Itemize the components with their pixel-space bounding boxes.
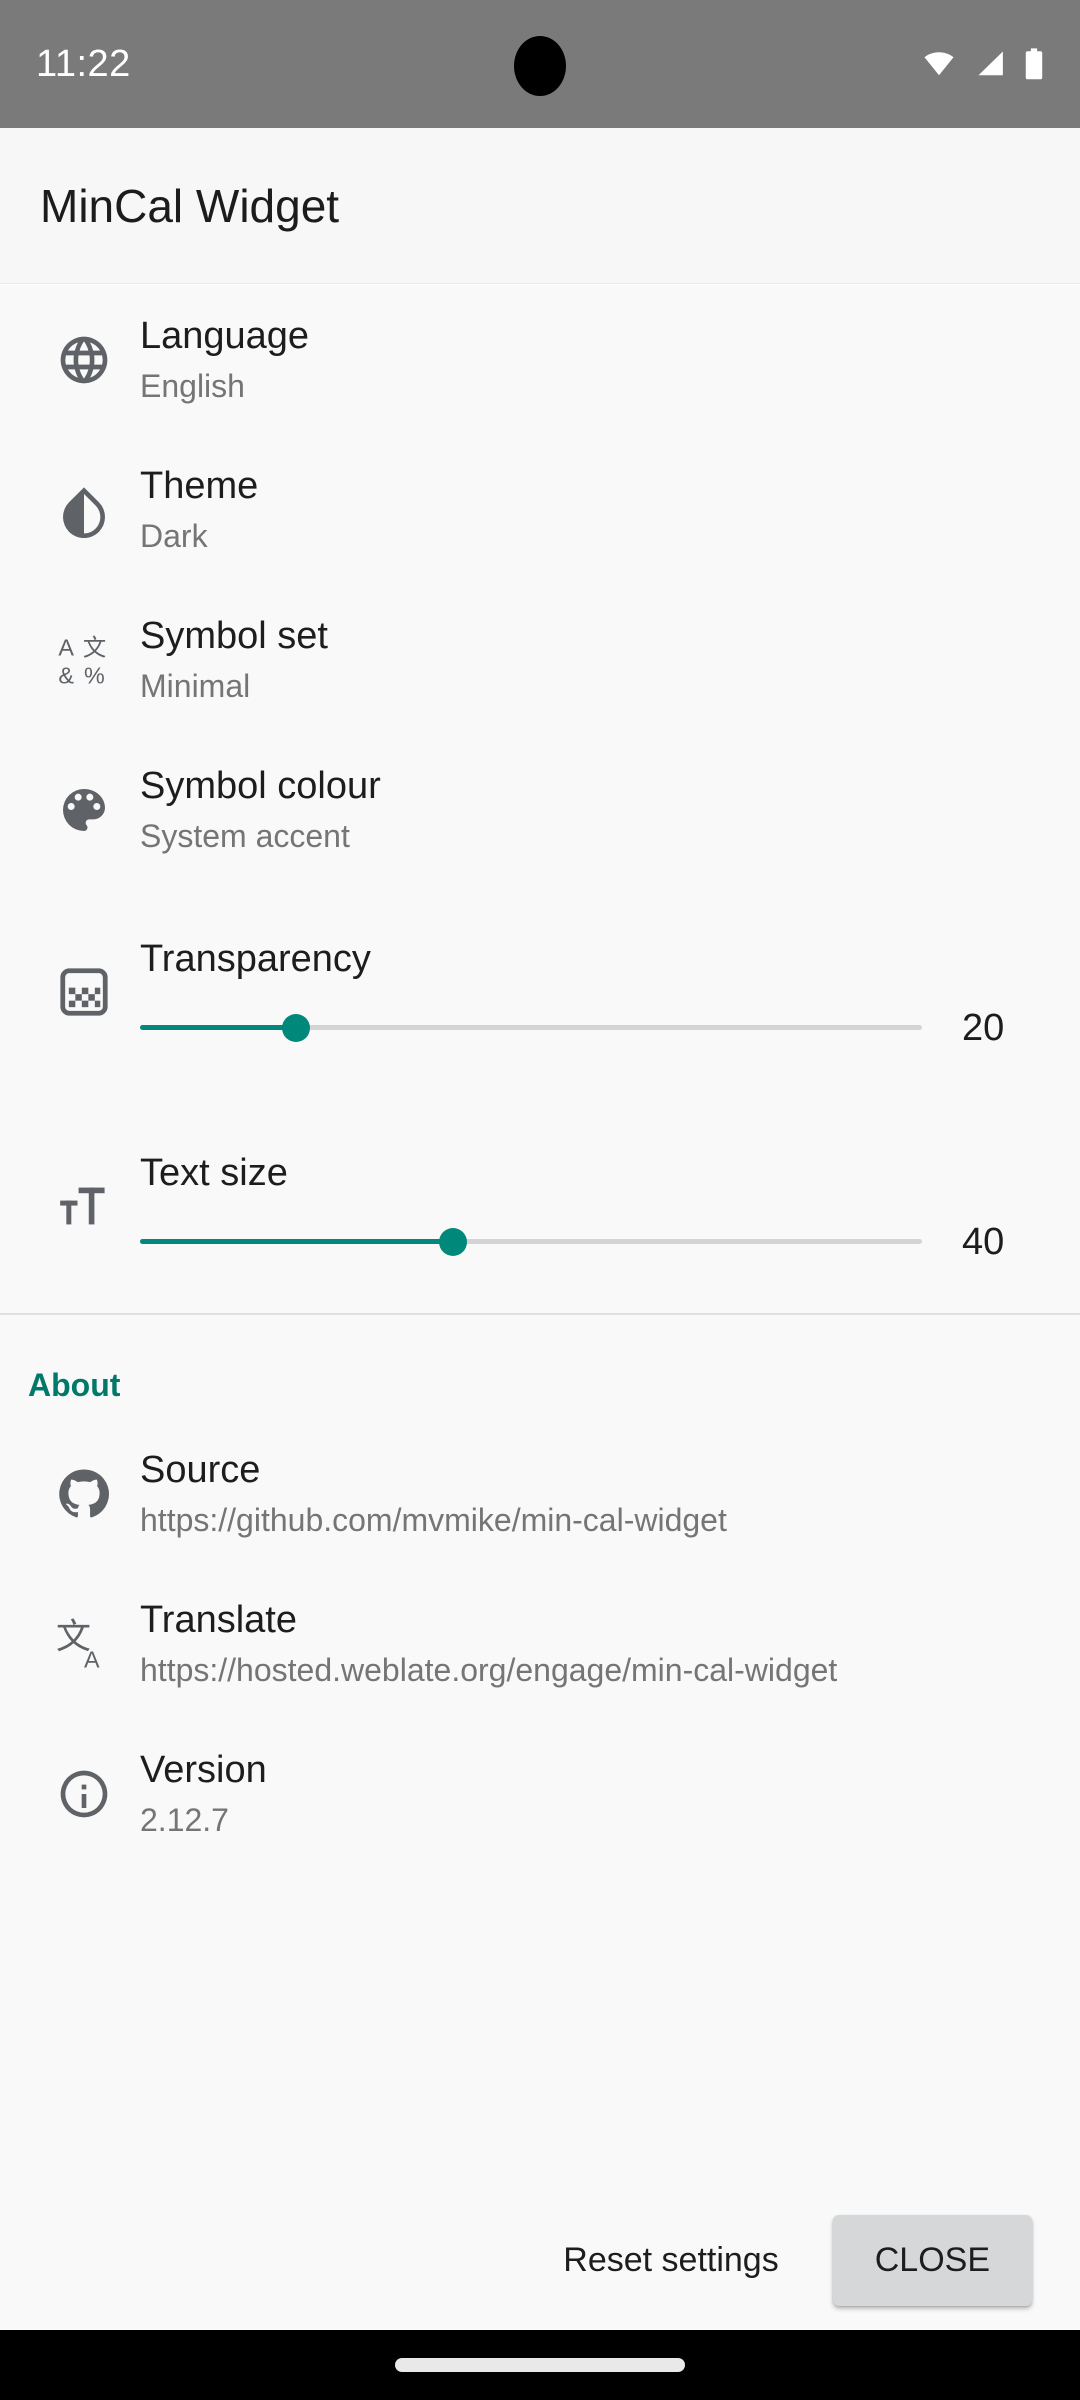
about-value: https://hosted.weblate.org/engage/min-ca… [140,1652,838,1689]
github-icon [28,1466,140,1522]
setting-symbol-set-body: Symbol set Minimal [140,614,1052,707]
slider-fill [140,1025,297,1031]
setting-value: Minimal [140,668,251,705]
slider-value: 40 [962,1220,1005,1263]
wifi-icon [920,49,958,79]
gesture-home-pill[interactable] [395,2358,685,2372]
status-bar-icons [920,47,1044,81]
setting-title: Symbol colour [140,764,381,807]
page-title: MinCal Widget [40,179,340,232]
app-title-bar: MinCal Widget [0,128,1080,284]
about-version-body: Version 2.12.7 [140,1748,1052,1841]
setting-row-symbol-colour[interactable]: Symbol colour System accent [0,735,1080,885]
about-row-source[interactable]: Source https://github.com/mvmike/min-cal… [0,1419,1080,1569]
svg-text:%: % [84,662,105,688]
text-size-slider[interactable] [140,1225,922,1259]
setting-title: Language [140,314,310,357]
svg-text:文: 文 [83,633,106,661]
svg-text:A: A [84,1646,100,1672]
slider-thumb[interactable] [438,1227,467,1256]
setting-row-text-size[interactable]: Text size 40 [0,1099,1080,1313]
transparency-slider[interactable] [140,1011,922,1045]
globe-icon [28,332,140,388]
status-bar: 11:22 [0,0,1080,128]
setting-row-language[interactable]: Language English [0,285,1080,435]
about-source-body: Source https://github.com/mvmike/min-cal… [140,1448,1052,1541]
setting-title: Theme [140,464,259,507]
reset-settings-button[interactable]: Reset settings [545,2217,796,2304]
about-title: Source [140,1448,261,1491]
text-size-slider-line: 40 [140,1223,1052,1261]
transparency-slider-body: Transparency 20 [140,937,1052,1047]
slider-label: Transparency [140,938,371,981]
about-row-version[interactable]: Version 2.12.7 [0,1719,1080,1869]
about-section-header: About [0,1315,1080,1419]
status-clock: 11:22 [36,43,131,85]
settings-scroll-area[interactable]: Language English Theme Dark A 文 & % Symb… [0,285,1080,2265]
slider-value: 20 [962,1006,1005,1049]
about-title: Version [140,1748,267,1791]
about-row-translate[interactable]: 文 A Translate https://hosted.weblate.org… [0,1569,1080,1719]
setting-row-symbol-set[interactable]: A 文 & % Symbol set Minimal [0,585,1080,735]
camera-punch-hole [514,36,566,96]
setting-value: System accent [140,818,350,855]
info-icon [28,1766,140,1822]
setting-title: Symbol set [140,614,328,657]
close-button[interactable]: CLOSE [832,2214,1032,2306]
slider-fill [140,1239,453,1245]
about-value: 2.12.7 [140,1802,229,1839]
about-title: Translate [140,1598,297,1641]
symbol-characters-icon: A 文 & % [28,632,140,688]
text-size-slider-body: Text size 40 [140,1151,1052,1261]
section-title: About [28,1367,121,1403]
svg-text:A: A [58,634,74,660]
signal-icon [974,49,1008,79]
setting-theme-body: Theme Dark [140,464,1052,557]
setting-language-body: Language English [140,314,1052,407]
setting-value: Dark [140,518,208,555]
slider-thumb[interactable] [282,1013,311,1042]
system-navigation-bar [0,2330,1080,2400]
text-size-icon [28,1180,140,1232]
about-value: https://github.com/mvmike/min-cal-widget [140,1502,727,1539]
setting-row-theme[interactable]: Theme Dark [0,435,1080,585]
dialog-footer: Reset settings CLOSE [0,2190,1080,2330]
contrast-droplet-icon [28,482,140,538]
palette-icon [28,782,140,838]
transparency-slider-line: 20 [140,1009,1052,1047]
setting-row-transparency[interactable]: Transparency 20 [0,885,1080,1099]
about-translate-body: Translate https://hosted.weblate.org/eng… [140,1598,1052,1691]
battery-icon [1024,47,1044,81]
setting-symbol-colour-body: Symbol colour System accent [140,764,1052,857]
translate-icon: 文 A [28,1616,140,1672]
svg-text:&: & [58,662,74,688]
slider-label: Text size [140,1152,288,1195]
setting-value: English [140,368,245,405]
transparency-checker-icon [28,966,140,1018]
